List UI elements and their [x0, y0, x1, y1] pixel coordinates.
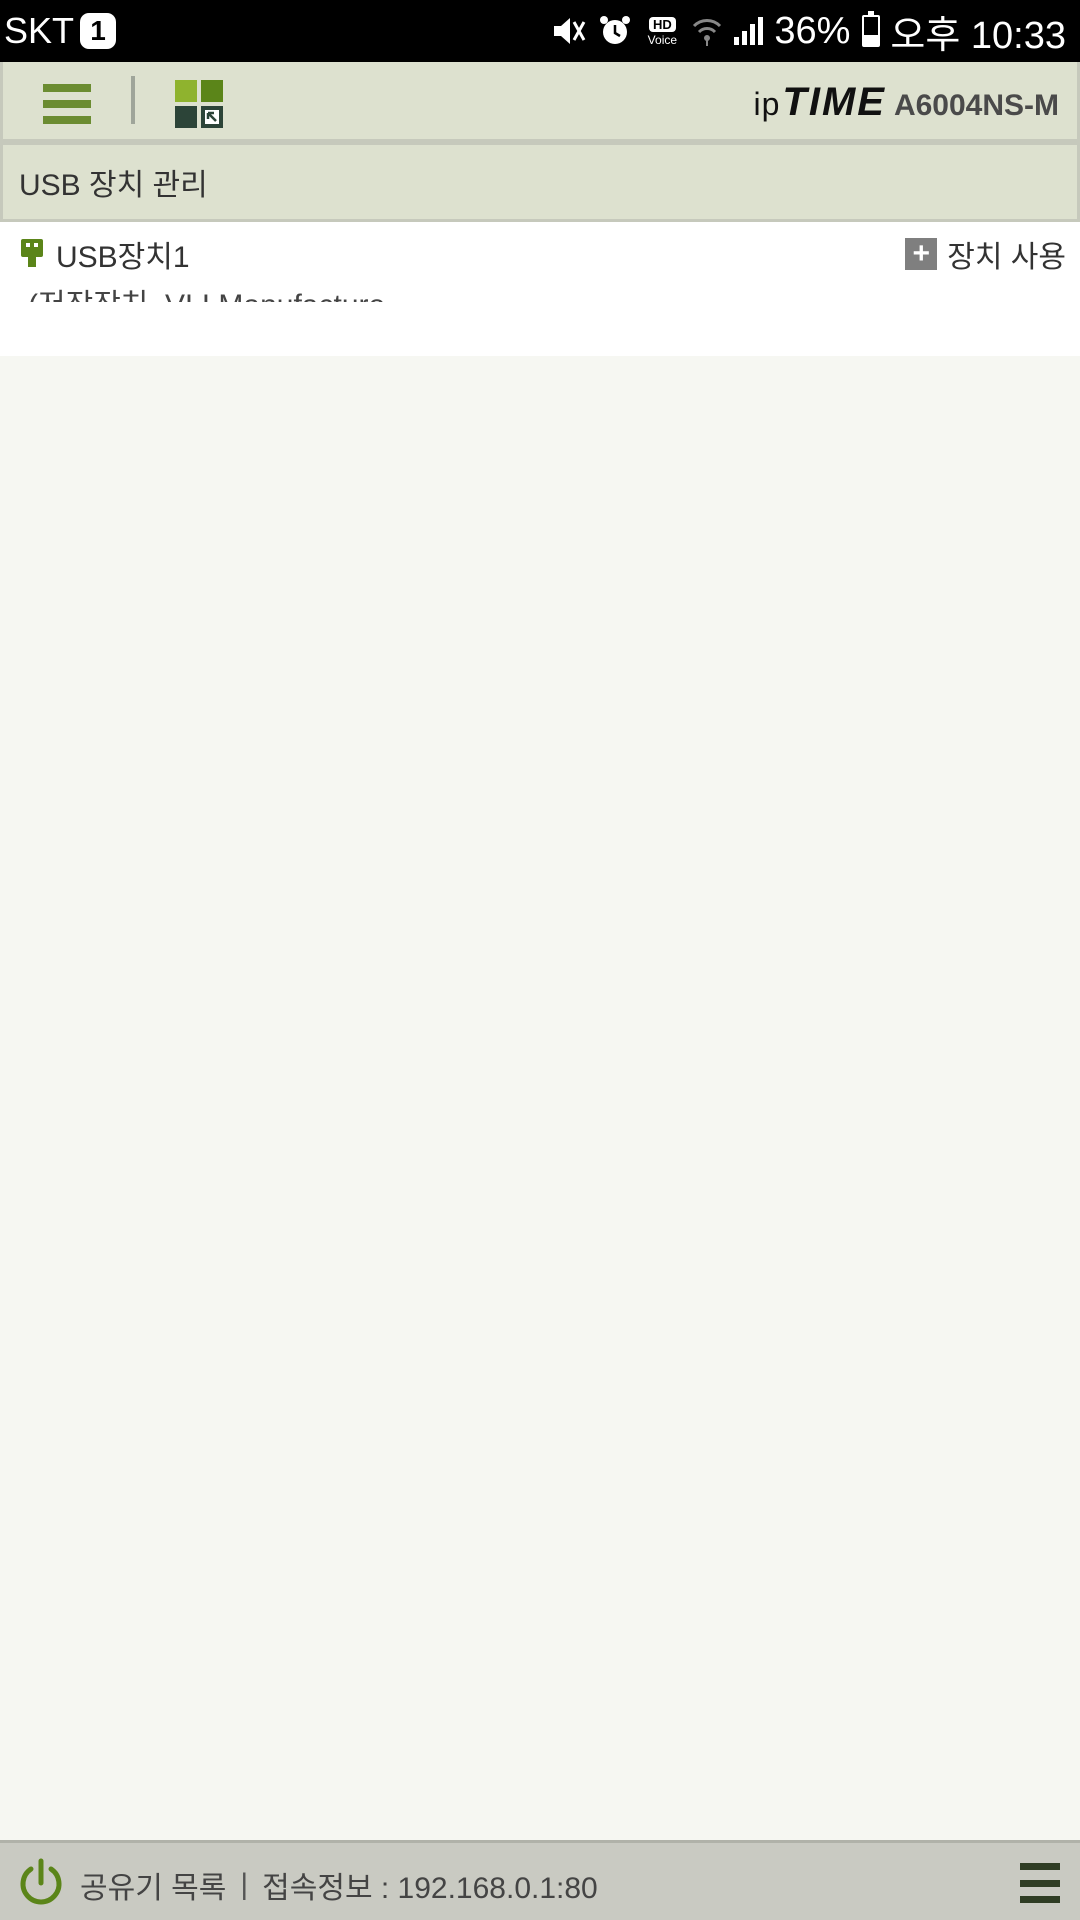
- plus-icon: +: [905, 238, 938, 270]
- battery-percent: 36%: [774, 9, 851, 52]
- router-list-link[interactable]: 공유기 목록: [80, 1863, 226, 1907]
- usb-device-panel: USB장치1 + 장치 사용 (저장장치, VLI Manufacture: [0, 222, 1080, 356]
- header-divider: [131, 76, 135, 124]
- bottom-menu-icon[interactable]: [1020, 1863, 1060, 1903]
- hd-voice-icon: HD Voice: [642, 13, 682, 49]
- use-device-label: 장치 사용: [947, 241, 1066, 274]
- connection-info: 접속정보 : 192.168.0.1:80: [262, 1872, 598, 1905]
- battery-icon: [862, 11, 881, 47]
- status-bar: SKT 1 HD Voice 36% 오후 10:33: [0, 0, 1080, 62]
- status-icons: HD Voice 36% 오후 10:33: [550, 0, 1066, 62]
- bottom-bar-info: 공유기 목록 | 접속정보 : 192.168.0.1:80: [80, 1863, 598, 1907]
- carrier-label: SKT: [4, 10, 75, 51]
- voice-label: Voice: [647, 32, 678, 47]
- brand-ip: ip: [753, 86, 781, 122]
- model-name: A6004NS-M: [893, 89, 1059, 122]
- usb-plug-icon: [20, 238, 44, 273]
- alarm-icon: [598, 14, 632, 48]
- dashboard-tiles-icon[interactable]: [175, 80, 223, 128]
- bottom-bar: 공유기 목록 | 접속정보 : 192.168.0.1:80: [0, 1840, 1080, 1920]
- hd-badge: HD: [648, 16, 676, 32]
- menu-icon[interactable]: [43, 84, 91, 124]
- carrier-indicator: SKT 1: [4, 10, 117, 52]
- mute-vibrate-icon: [550, 14, 588, 48]
- usb-device-description: (저장장치, VLI Manufacture: [28, 284, 385, 302]
- brand-logo: ip TIME A6004NS-M: [753, 80, 1059, 124]
- power-icon[interactable]: [16, 1857, 66, 1914]
- use-device-button[interactable]: + 장치 사용: [905, 234, 1066, 274]
- bottom-separator: |: [240, 1868, 249, 1901]
- usb-device-description-clip: (저장장치, VLI Manufacture: [28, 284, 628, 302]
- carrier-badge: 1: [80, 13, 117, 49]
- brand-time: TIME: [782, 80, 886, 124]
- list-item: USB장치1 + 장치 사용: [0, 222, 1080, 284]
- battery-fill: [864, 34, 879, 45]
- clock: 오후 10:33: [890, 14, 1066, 57]
- app-header: ip TIME A6004NS-M: [0, 62, 1080, 142]
- page-title: USB 장치 관리: [0, 142, 1080, 222]
- wifi-icon: [692, 14, 722, 48]
- signal-icon: [732, 15, 764, 47]
- usb-device-name: USB장치1: [56, 241, 190, 274]
